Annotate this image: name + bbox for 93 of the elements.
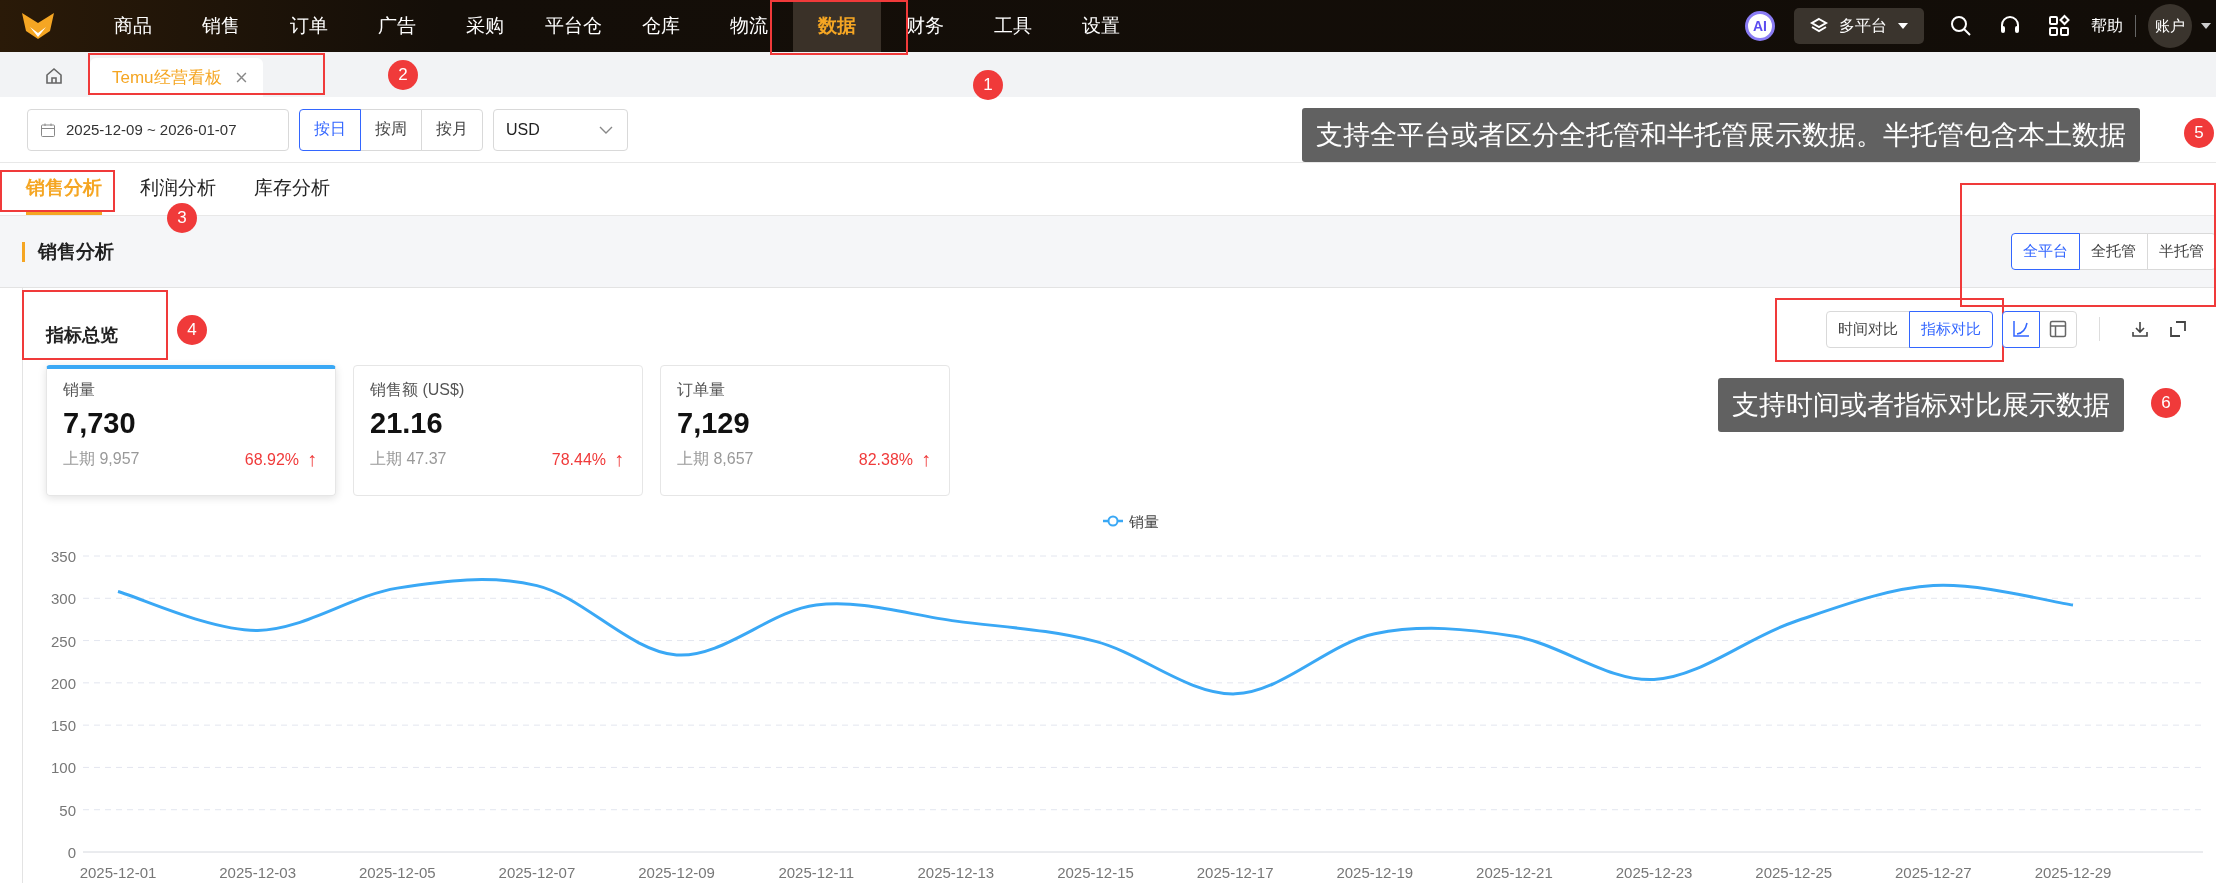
- nav-menu-item[interactable]: 物流: [705, 0, 793, 52]
- platform-selector[interactable]: 多平台: [1794, 8, 1924, 44]
- x-axis-label: 2025-12-01: [79, 864, 157, 881]
- x-axis-label: 2025-12-05: [358, 864, 436, 881]
- caret-icon[interactable]: [2200, 22, 2212, 30]
- expand-icon[interactable]: [2168, 319, 2188, 339]
- close-icon[interactable]: [235, 72, 247, 83]
- download-icon[interactable]: [2130, 319, 2150, 339]
- y-axis-label: 150: [50, 717, 76, 735]
- x-axis-label: 2025-12-23: [1615, 864, 1693, 881]
- date-range-field[interactable]: 2025-12-09 ~ 2026-01-07: [27, 108, 289, 151]
- change-percent: 82.38%: [858, 450, 913, 469]
- step-number-marker: 4: [177, 315, 207, 345]
- platform-filter-option[interactable]: 全平台: [2011, 233, 2080, 270]
- nav-menu-item[interactable]: 广告: [353, 0, 441, 52]
- metric-value: 7,129: [677, 407, 751, 440]
- granularity-option[interactable]: 按日: [299, 108, 361, 151]
- trend-arrow: ↑: [614, 448, 624, 471]
- compare-mode-option[interactable]: 指标对比: [1909, 310, 1993, 348]
- account-avatar[interactable]: 账户: [2148, 4, 2192, 48]
- metric-value: 7,730: [63, 407, 137, 440]
- metric-label: 订单量: [677, 380, 726, 400]
- section-title: 销售分析: [22, 241, 114, 262]
- x-axis-label: 2025-12-29: [2034, 864, 2112, 881]
- x-axis-label: 2025-12-27: [1895, 864, 1972, 881]
- change-percent: 78.44%: [551, 450, 606, 469]
- y-axis-label: 350: [50, 548, 76, 565]
- ai-badge[interactable]: AI: [1745, 11, 1775, 41]
- granularity-option[interactable]: 按周: [360, 108, 422, 151]
- y-axis-label: 250: [50, 632, 76, 650]
- platform-filter-option[interactable]: 全托管: [2079, 233, 2148, 270]
- annotation-tooltip: 支持时间或者指标对比展示数据: [1718, 378, 2124, 432]
- nav-menu-item[interactable]: 仓库: [617, 0, 705, 52]
- previous-period-value: 上期 47.37: [370, 449, 447, 469]
- x-axis-label: 2025-12-11: [778, 864, 855, 881]
- line-chart-view-button[interactable]: [2002, 310, 2040, 348]
- x-axis-label: 2025-12-17: [1196, 864, 1274, 881]
- metric-card[interactable]: 销量 7,730 上期 9,957 68.92% ↑: [46, 365, 336, 496]
- table-view-button[interactable]: [2039, 310, 2077, 348]
- metric-value: 21.16: [370, 407, 444, 440]
- nav-menu-item[interactable]: 工具: [969, 0, 1057, 52]
- metric-label: 销量: [63, 380, 96, 400]
- previous-period-value: 上期 9,957: [63, 449, 140, 469]
- nav-menu-item[interactable]: 设置: [1057, 0, 1145, 52]
- y-axis-label: 0: [67, 844, 76, 861]
- platform-filter-option[interactable]: 半托管: [2147, 233, 2216, 270]
- change-percent: 68.92%: [244, 450, 299, 469]
- trend-arrow: ↑: [921, 448, 931, 471]
- nav-menu-item[interactable]: 平台仓: [529, 0, 617, 52]
- metric-label: 销售额 (US$): [370, 380, 466, 400]
- home-icon[interactable]: [44, 66, 64, 86]
- x-axis-label: 2025-12-13: [917, 864, 995, 881]
- step-number-marker: 6: [2151, 388, 2181, 418]
- y-axis-label: 300: [50, 590, 76, 608]
- table-icon: [2048, 319, 2068, 339]
- calendar-icon: [40, 121, 56, 138]
- analysis-tab[interactable]: 库存分析: [254, 163, 330, 215]
- x-axis-label: 2025-12-03: [219, 864, 296, 881]
- nav-menu-item[interactable]: 数据: [793, 0, 881, 52]
- compare-mode-option[interactable]: 时间对比: [1826, 310, 1910, 348]
- caret-icon: [1897, 22, 1909, 30]
- help-link[interactable]: 帮助: [2091, 15, 2123, 37]
- nav-menu-item[interactable]: 订单: [265, 0, 353, 52]
- granularity-option[interactable]: 按月: [421, 108, 483, 151]
- previous-period-value: 上期 8,657: [677, 449, 754, 469]
- search-icon[interactable]: [1949, 14, 1973, 38]
- chevron-down-icon: [599, 125, 613, 134]
- step-number-marker: 5: [2184, 118, 2214, 148]
- metric-card[interactable]: 订单量 7,129 上期 8,657 82.38% ↑: [660, 365, 950, 496]
- fox-logo-icon[interactable]: [20, 11, 56, 41]
- overview-title: 指标总览: [46, 324, 118, 347]
- currency-select[interactable]: USD: [493, 108, 628, 151]
- line-chart-icon: [2011, 319, 2031, 339]
- x-axis-label: 2025-12-07: [498, 864, 576, 881]
- x-axis-label: 2025-12-15: [1057, 864, 1134, 881]
- metric-card[interactable]: 销售额 (US$) 21.16 上期 47.37 78.44% ↑: [353, 365, 643, 496]
- y-axis-label: 100: [50, 759, 76, 777]
- x-axis-label: 2025-12-09: [638, 864, 715, 881]
- nav-menu-item[interactable]: 销售: [177, 0, 265, 52]
- y-axis-label: 200: [50, 674, 76, 692]
- nav-menu-item[interactable]: 财务: [881, 0, 969, 52]
- trend-arrow: ↑: [307, 448, 317, 471]
- legend-marker-icon[interactable]: [1103, 515, 1123, 527]
- x-axis-label: 2025-12-19: [1336, 864, 1414, 881]
- y-axis-label: 50: [59, 801, 76, 819]
- apps-grid-icon[interactable]: [2047, 14, 2071, 38]
- x-axis-label: 2025-12-25: [1755, 864, 1833, 881]
- legend-label[interactable]: 销量: [1129, 513, 1159, 530]
- step-number-marker: 3: [167, 203, 197, 233]
- nav-menu-item[interactable]: 商品: [89, 0, 177, 52]
- nav-menu-item[interactable]: 采购: [441, 0, 529, 52]
- annotation-tooltip: 支持全平台或者区分全托管和半托管展示数据。半托管包含本土数据: [1302, 108, 2140, 162]
- x-axis-label: 2025-12-21: [1476, 864, 1553, 881]
